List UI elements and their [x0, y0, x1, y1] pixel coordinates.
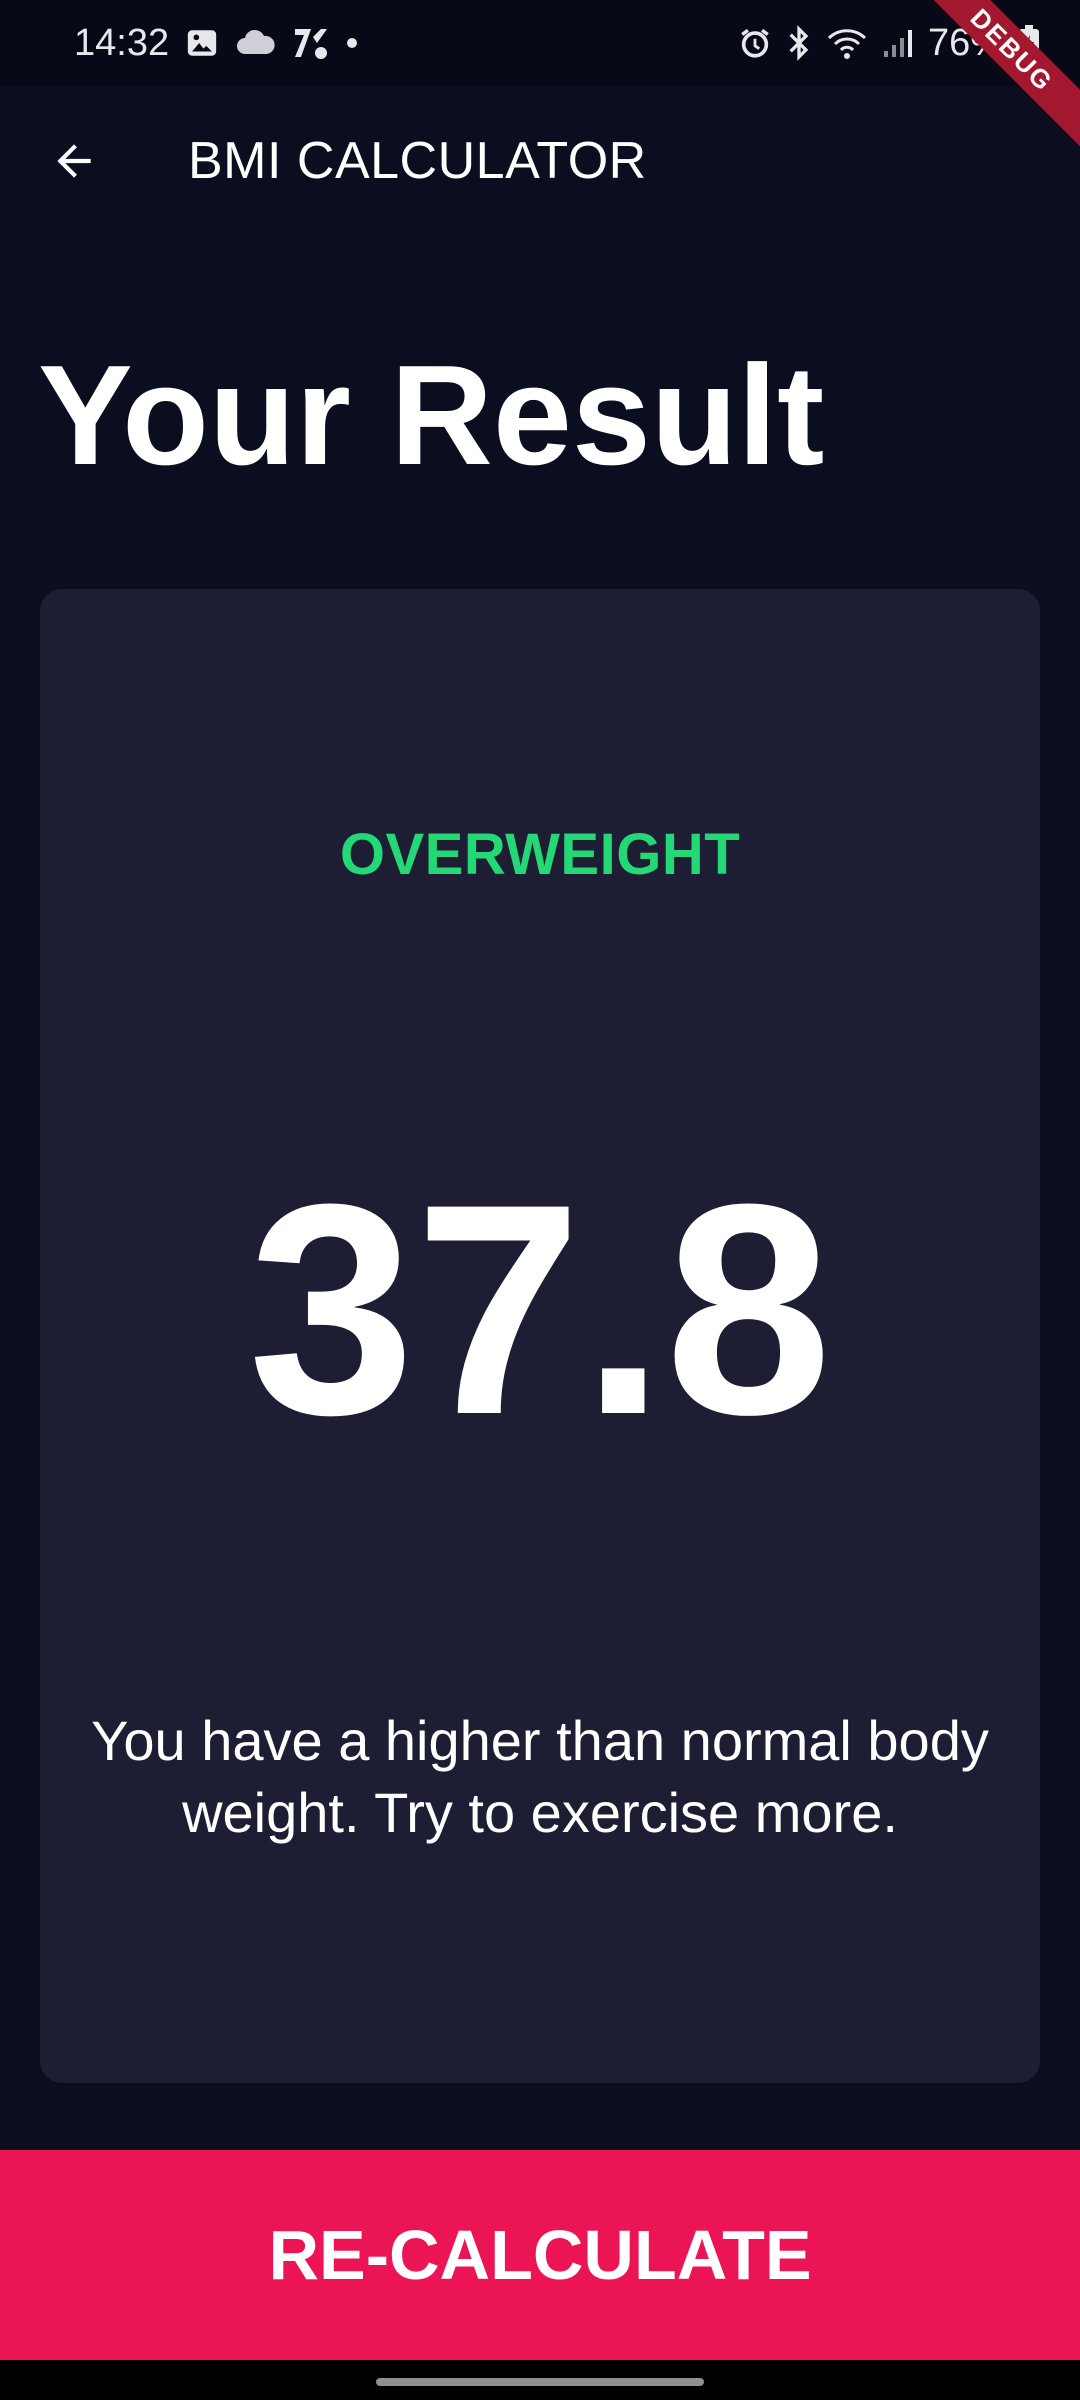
arrow-left-icon — [57, 144, 91, 178]
screen: 14:32 76% DEBUG BMI CALCULATOR Your Resu… — [0, 0, 1080, 2400]
wifi-icon — [826, 23, 868, 63]
signal-icon — [882, 23, 914, 63]
bmi-value: 37.8 — [248, 1141, 832, 1477]
alarm-icon — [738, 23, 772, 63]
status-bar: 14:32 76% — [0, 0, 1080, 86]
app-bar: BMI CALCULATOR — [0, 86, 1080, 236]
system-nav-bar — [0, 2360, 1080, 2400]
home-indicator[interactable] — [376, 2378, 704, 2386]
page-title: Your Result — [38, 336, 825, 495]
gallery-icon — [185, 23, 219, 63]
notification-dot — [347, 38, 358, 48]
bluetooth-icon — [786, 23, 812, 63]
result-status-label: OVERWEIGHT — [339, 822, 741, 887]
status-left: 14:32 — [74, 21, 358, 65]
recalculate-button-label: RE-CALCULATE — [268, 2216, 812, 2294]
app-title: BMI CALCULATOR — [188, 132, 647, 190]
app-icon — [291, 23, 331, 63]
result-card: OVERWEIGHT 37.8 You have a higher than n… — [40, 589, 1040, 2083]
cloud-icon — [235, 23, 275, 63]
back-button[interactable] — [24, 111, 124, 211]
result-message: You have a higher than normal body weigh… — [91, 1709, 989, 1844]
status-time: 14:32 — [74, 21, 170, 64]
recalculate-button[interactable]: RE-CALCULATE — [0, 2150, 1080, 2360]
